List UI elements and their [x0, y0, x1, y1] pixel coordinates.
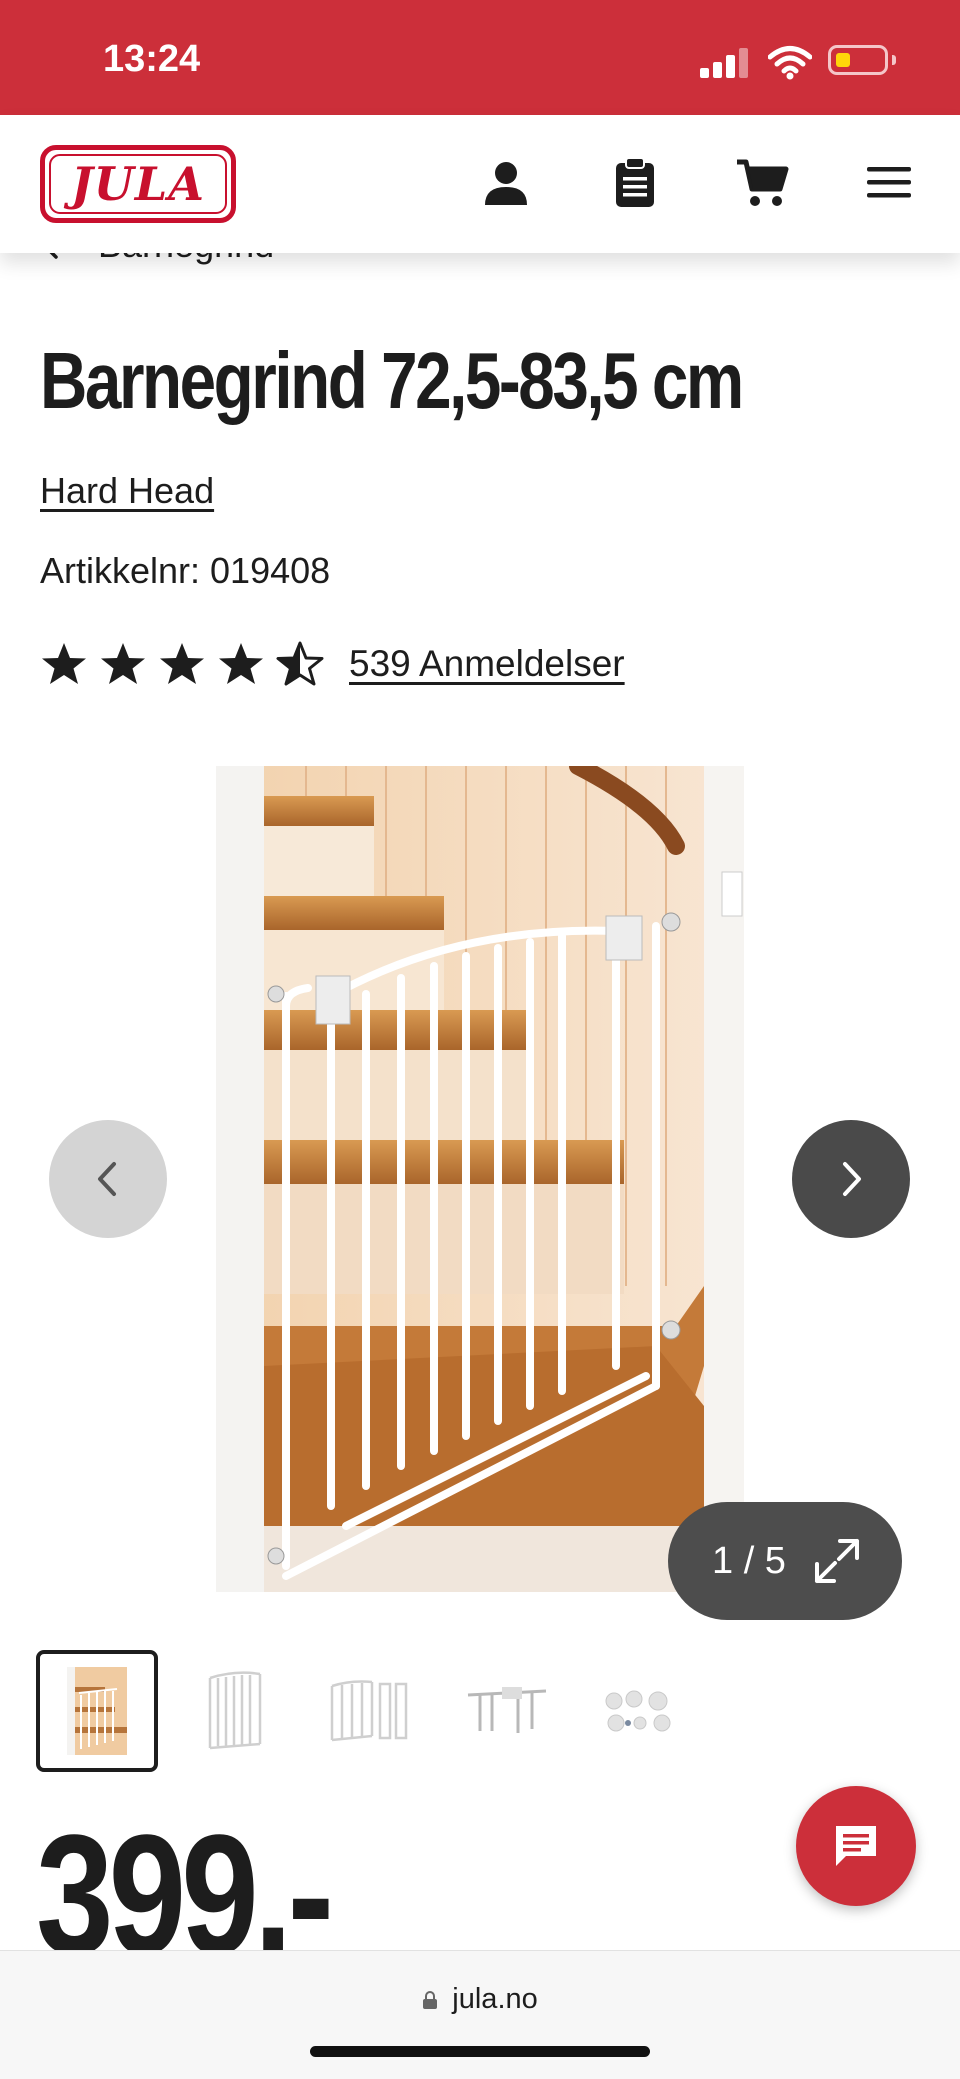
battery-icon — [828, 45, 888, 75]
thumbnail-4[interactable] — [446, 1650, 568, 1772]
thumbnail-2[interactable] — [174, 1650, 296, 1772]
article-number: Artikkelnr: 019408 — [40, 550, 331, 591]
home-indicator — [310, 2046, 650, 2057]
chevron-right-icon — [843, 1162, 861, 1196]
thumbnail-3[interactable] — [310, 1650, 432, 1772]
gallery-prev-button[interactable] — [49, 1120, 167, 1238]
product-title: Barnegrind 72,5-83,5 cm — [40, 336, 744, 425]
url-text: jula.no — [452, 1983, 538, 2015]
gallery-counter-text: 1 / 5 — [712, 1539, 786, 1582]
star-full-icon — [42, 643, 86, 684]
star-full-icon — [160, 643, 204, 684]
thumbnail-gate-extensions — [330, 1680, 408, 1742]
gallery-counter[interactable]: 1 / 5 — [668, 1502, 902, 1620]
star-full-icon — [101, 643, 145, 684]
site-header: JULA — [0, 115, 960, 253]
battery-tip — [892, 55, 896, 65]
url-display: jula.no — [0, 1983, 960, 2016]
status-bar: 13:24 — [0, 0, 960, 115]
star-full-icon — [219, 643, 263, 684]
browser-url-bar[interactable]: jula.no — [0, 1950, 960, 2079]
star-half-icon — [276, 641, 324, 686]
thumbnail-1[interactable] — [36, 1650, 158, 1772]
brand-link[interactable]: Hard Head — [40, 470, 214, 512]
gallery-next-button[interactable] — [792, 1120, 910, 1238]
logo-text: JULA — [71, 157, 205, 211]
thumbnail-mounting-cups — [605, 1690, 671, 1732]
cart-icon[interactable] — [734, 155, 790, 211]
thumbnail-5[interactable] — [582, 1650, 704, 1772]
jula-logo[interactable]: JULA — [40, 145, 236, 223]
product-rating[interactable]: 539 Anmeldelser — [40, 640, 625, 688]
chat-icon — [836, 1826, 876, 1866]
status-time: 13:24 — [103, 38, 201, 80]
stairs-gate-photo — [216, 766, 744, 1592]
cellular-signal-icon — [700, 46, 750, 78]
thumbnail-gate-front — [208, 1671, 262, 1750]
chevron-left-icon — [98, 1162, 116, 1196]
chat-button[interactable] — [796, 1786, 916, 1906]
lock-icon — [423, 1991, 438, 2009]
reviews-link[interactable]: 539 Anmeldelser — [349, 643, 625, 685]
wifi-icon — [768, 46, 812, 80]
menu-icon[interactable] — [863, 155, 919, 211]
expand-icon — [814, 1539, 859, 1583]
account-icon[interactable] — [478, 155, 534, 211]
product-main-image[interactable] — [216, 766, 744, 1592]
shopping-list-icon[interactable] — [607, 155, 663, 211]
thumbnail-stairs-gate — [67, 1667, 127, 1755]
thumbnail-hardware — [467, 1687, 547, 1733]
